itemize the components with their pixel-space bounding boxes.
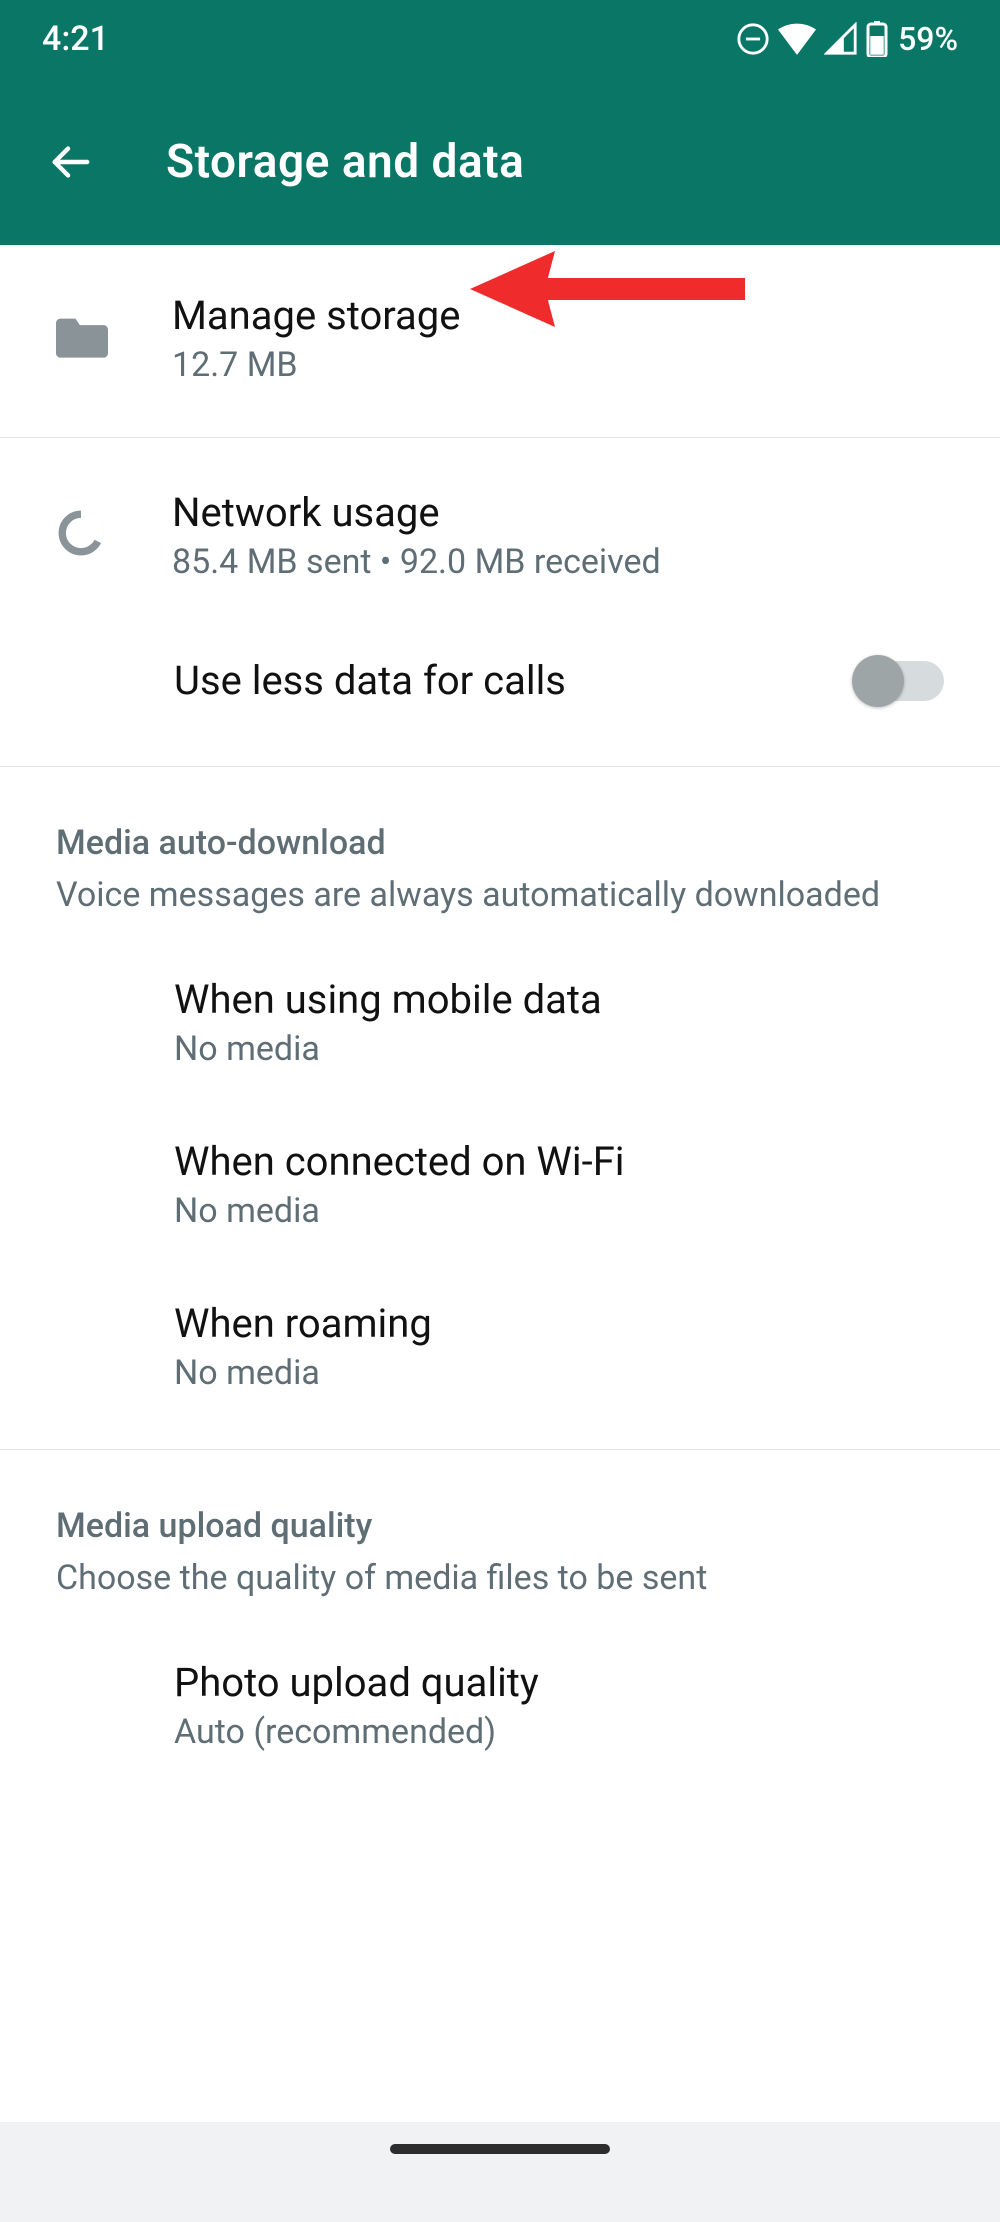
arrow-back-icon <box>47 139 93 185</box>
screen: 4:21 59% Storage and data <box>0 0 1000 2222</box>
use-less-data-title: Use less data for calls <box>174 656 860 706</box>
gesture-bar-area <box>0 2122 1000 2222</box>
media-upload-quality-subtitle: Choose the quality of media files to be … <box>56 1556 944 1600</box>
media-upload-quality-title: Media upload quality <box>56 1506 944 1546</box>
battery-percent: 59% <box>898 20 958 58</box>
mobile-data-title: When using mobile data <box>174 975 972 1025</box>
photo-upload-quality-subtitle: Auto (recommended) <box>174 1712 972 1752</box>
use-less-data-toggle[interactable] <box>860 661 944 701</box>
roaming-row[interactable]: When roaming No media <box>0 1265 1000 1449</box>
mobile-data-row[interactable]: When using mobile data No media <box>0 941 1000 1103</box>
nav-handle[interactable] <box>390 2144 610 2154</box>
data-usage-icon <box>56 508 106 562</box>
status-icons: 59% <box>736 20 958 58</box>
manage-storage-row[interactable]: Manage storage 12.7 MB <box>0 245 1000 437</box>
app-bar: Storage and data <box>0 78 1000 245</box>
wifi-icon <box>778 22 816 56</box>
toggle-knob <box>852 655 904 707</box>
cell-signal-icon <box>824 22 858 56</box>
network-usage-row[interactable]: Network usage 85.4 MB sent • 92.0 MB rec… <box>0 438 1000 616</box>
folder-icon <box>56 314 108 362</box>
network-usage-subtitle: 85.4 MB sent • 92.0 MB received <box>172 542 972 582</box>
roaming-title: When roaming <box>174 1299 972 1349</box>
wifi-title: When connected on Wi-Fi <box>174 1137 972 1187</box>
page-title: Storage and data <box>166 135 524 189</box>
media-auto-download-title: Media auto-download <box>56 823 944 863</box>
media-upload-quality-header: Media upload quality Choose the quality … <box>0 1450 1000 1606</box>
wifi-subtitle: No media <box>174 1191 972 1231</box>
content: Manage storage 12.7 MB Network usage 85.… <box>0 245 1000 2122</box>
photo-upload-quality-row[interactable]: Photo upload quality Auto (recommended) <box>0 1624 1000 1786</box>
manage-storage-subtitle: 12.7 MB <box>172 345 972 385</box>
battery-icon <box>866 21 888 57</box>
manage-storage-title: Manage storage <box>172 291 972 341</box>
media-auto-download-subtitle: Voice messages are always automatically … <box>56 873 944 917</box>
status-time: 4:21 <box>42 19 109 59</box>
network-usage-title: Network usage <box>172 488 972 538</box>
roaming-subtitle: No media <box>174 1353 972 1393</box>
back-button[interactable] <box>44 136 96 188</box>
photo-upload-quality-title: Photo upload quality <box>174 1658 972 1708</box>
status-bar: 4:21 59% <box>0 0 1000 78</box>
dnd-icon <box>736 22 770 56</box>
wifi-row[interactable]: When connected on Wi-Fi No media <box>0 1103 1000 1265</box>
use-less-data-row[interactable]: Use less data for calls <box>0 616 1000 766</box>
mobile-data-subtitle: No media <box>174 1029 972 1069</box>
media-auto-download-header: Media auto-download Voice messages are a… <box>0 767 1000 923</box>
